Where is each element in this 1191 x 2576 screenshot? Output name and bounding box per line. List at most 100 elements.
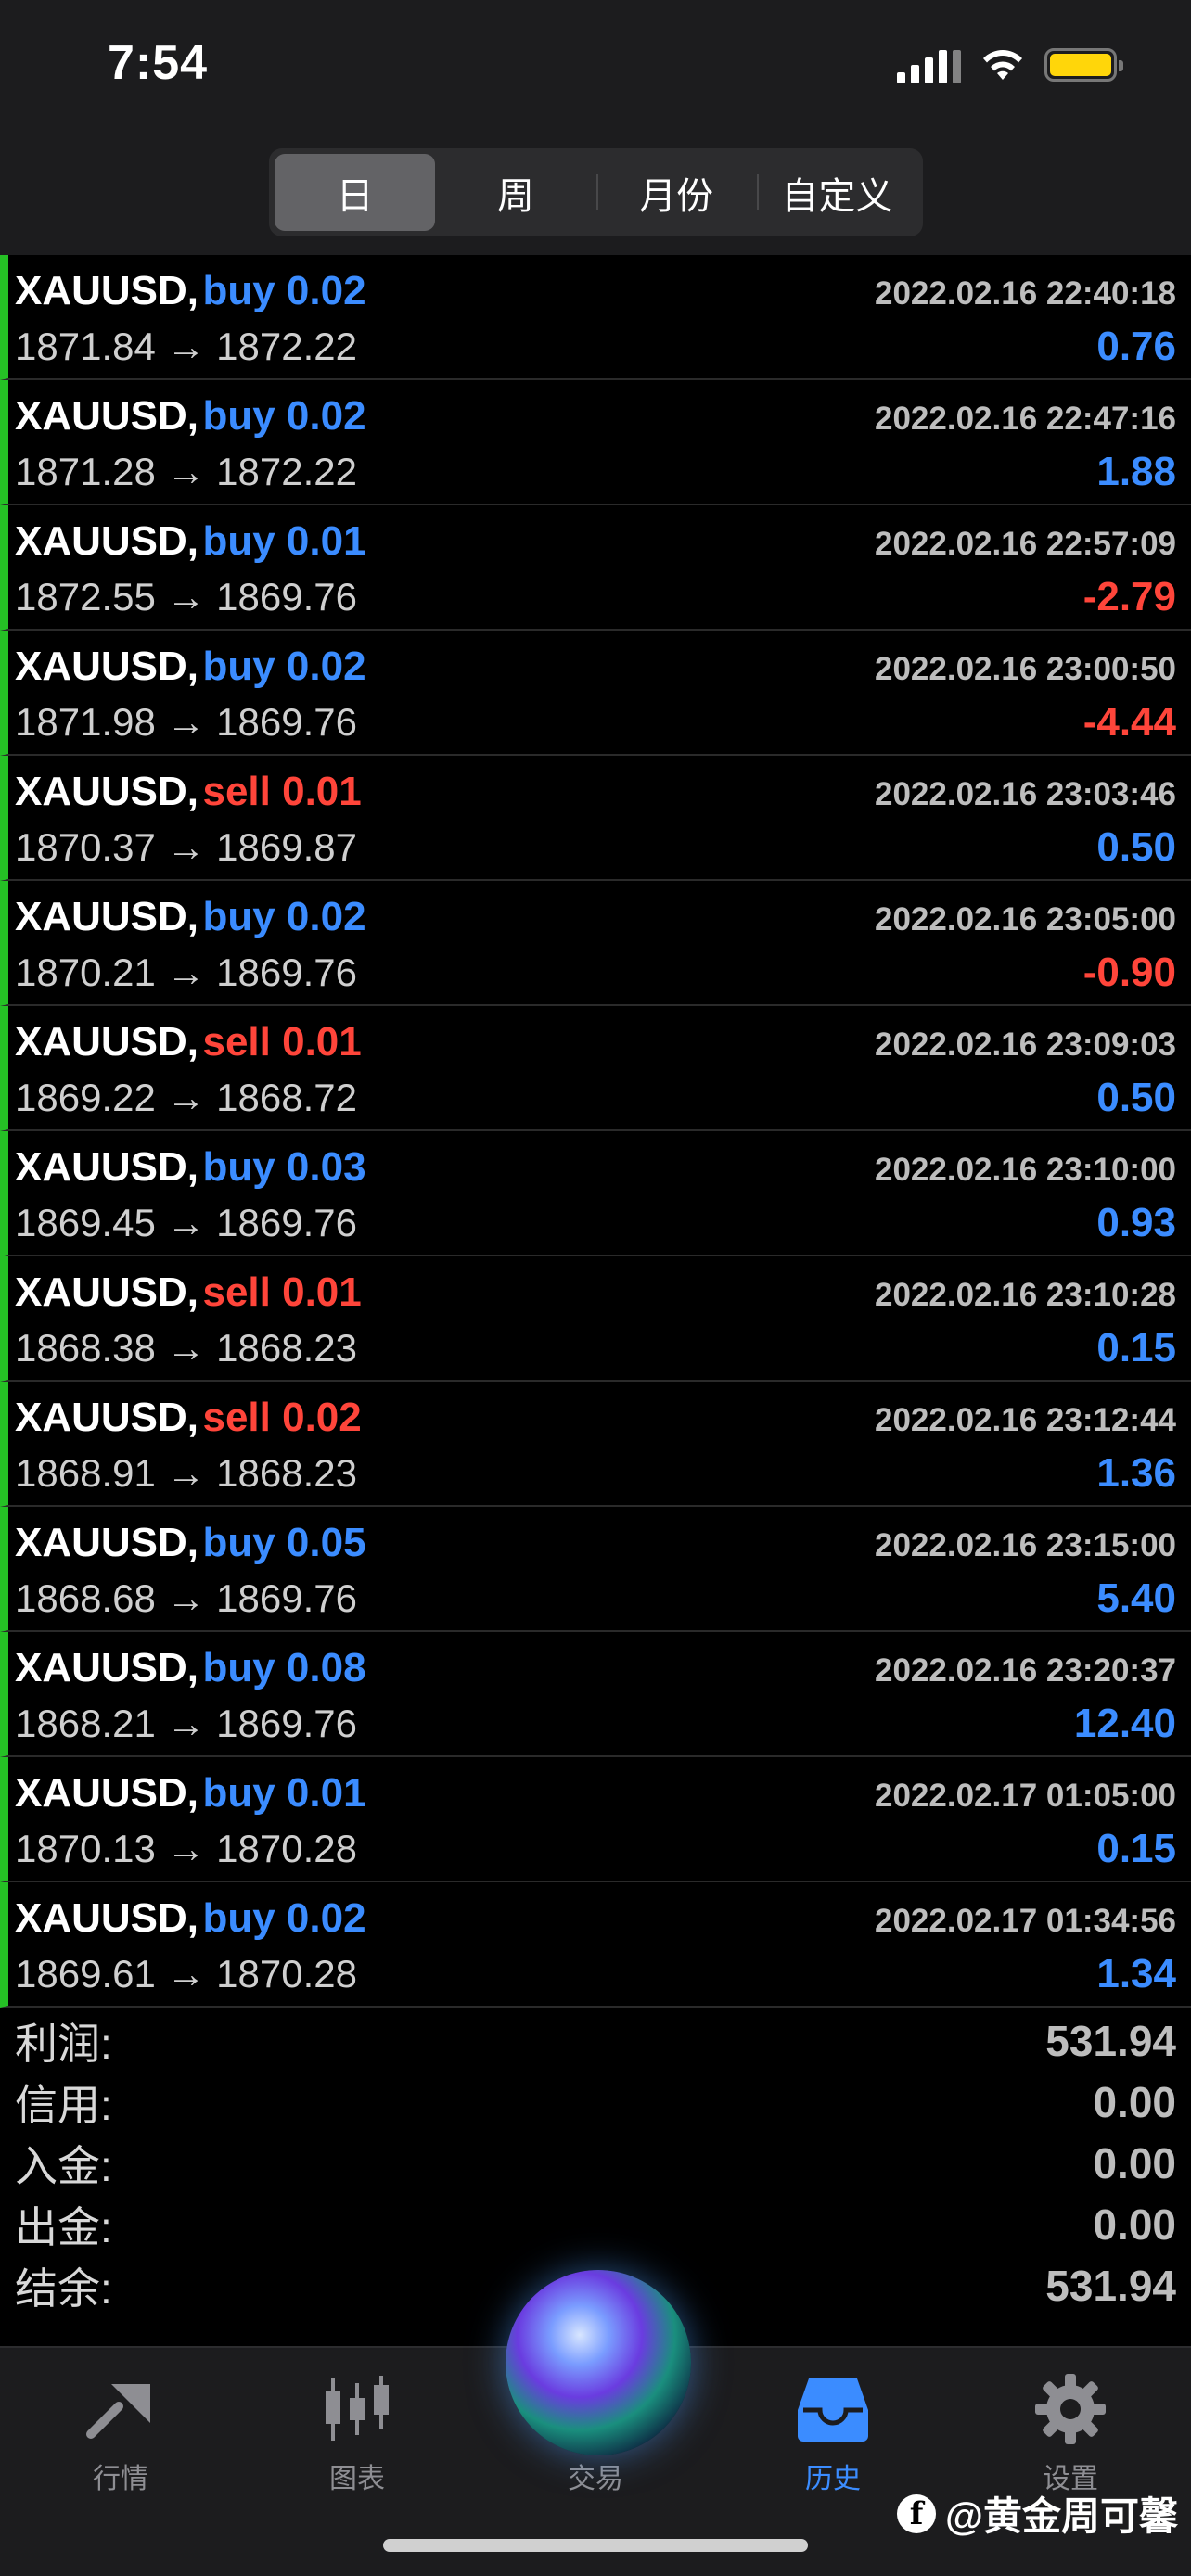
trade-side: sell 0.02	[202, 1395, 362, 1440]
trade-side: buy 0.02	[202, 268, 366, 313]
trade-row[interactable]: XAUUSD, sell 0.01 2022.02.16 23:03:46 1870…	[0, 756, 1191, 881]
summary-row: 入金: 0.00	[0, 2133, 1191, 2194]
watermark-logo-icon: f	[897, 2493, 937, 2533]
trade-row[interactable]: XAUUSD, buy 0.02 2022.02.16 23:05:00 1870.…	[0, 881, 1191, 1006]
trade-symbol: XAUUSD,	[15, 268, 199, 313]
trade-time: 2022.02.16 22:40:18	[875, 275, 1176, 312]
tab-history-label: 历史	[805, 2464, 861, 2494]
trade-prices: 1871.28 → 1872.22	[15, 450, 357, 493]
trade-profit: 12.40	[1073, 1701, 1176, 1746]
period-tab-day[interactable]: 日	[275, 154, 436, 231]
battery-icon	[1044, 48, 1123, 82]
trade-profit: 0.50	[1096, 1075, 1176, 1120]
trade-profit: 5.40	[1096, 1575, 1176, 1621]
summary-row: 出金: 0.00	[0, 2194, 1191, 2255]
trade-prices: 1868.21 → 1869.76	[15, 1702, 357, 1745]
trade-row[interactable]: XAUUSD, buy 0.02 2022.02.16 22:40:18 1871.…	[0, 255, 1191, 380]
trade-symbol: XAUUSD,	[15, 393, 199, 439]
summary-value: 0.00	[1093, 2139, 1176, 2187]
tab-chart[interactable]: 图表	[283, 2366, 431, 2496]
trade-row[interactable]: XAUUSD, buy 0.08 2022.02.16 23:20:37 1868.…	[0, 1632, 1191, 1757]
trade-side: buy 0.02	[202, 644, 366, 689]
summary-label: 利润:	[15, 2020, 112, 2068]
trade-symbol: XAUUSD,	[15, 769, 199, 814]
trade-symbol: XAUUSD,	[15, 1520, 199, 1565]
home-indicator[interactable]	[383, 2539, 808, 2552]
trade-row[interactable]: XAUUSD, sell 0.02 2022.02.16 23:12:44 1868…	[0, 1382, 1191, 1507]
trade-profit: 0.93	[1096, 1200, 1176, 1245]
trade-prices: 1868.68 → 1869.76	[15, 1576, 357, 1620]
tab-settings[interactable]: 设置	[996, 2366, 1145, 2496]
trade-side: buy 0.05	[202, 1520, 366, 1565]
period-tab-custom[interactable]: 自定义	[756, 154, 917, 231]
trade-time: 2022.02.16 23:10:28	[875, 1277, 1176, 1313]
trade-row[interactable]: XAUUSD, buy 0.01 2022.02.16 22:57:09 1872.…	[0, 505, 1191, 631]
trade-prices: 1868.91 → 1868.23	[15, 1451, 357, 1495]
period-segmented-control: 日 周 月份 自定义	[269, 148, 923, 236]
summary-value: 531.94	[1045, 2262, 1176, 2310]
trade-symbol: XAUUSD,	[15, 1645, 199, 1690]
trade-side: sell 0.01	[202, 1269, 362, 1315]
summary-label: 结余:	[15, 2264, 112, 2313]
trade-profit: -4.44	[1082, 699, 1176, 745]
siri-orb[interactable]	[506, 2270, 691, 2455]
trade-time: 2022.02.16 23:09:03	[875, 1027, 1176, 1063]
trade-profit: 0.76	[1096, 324, 1176, 369]
trade-side: buy 0.01	[202, 518, 366, 564]
trade-symbol: XAUUSD,	[15, 1770, 199, 1816]
quotes-icon	[46, 2366, 195, 2452]
trade-time: 2022.02.16 23:00:50	[875, 651, 1176, 687]
trade-profit: 0.50	[1096, 824, 1176, 870]
trade-profit: 0.15	[1096, 1826, 1176, 1871]
history-inbox-icon	[759, 2366, 907, 2452]
trade-symbol: XAUUSD,	[15, 1395, 199, 1440]
trade-row[interactable]: XAUUSD, buy 0.02 2022.02.17 01:34:56 1869.…	[0, 1882, 1191, 2008]
tab-history[interactable]: 历史	[759, 2366, 907, 2496]
watermark-text: @黄金周可馨	[945, 2494, 1178, 2538]
cellular-signal-icon	[897, 46, 961, 83]
trade-profit: 1.36	[1096, 1450, 1176, 1496]
trade-symbol: XAUUSD,	[15, 894, 199, 939]
screen: 7:54 日 周 月份 自定义 XAUUSD, buy 0.02 2022.02.…	[0, 0, 1191, 2576]
trade-side: buy 0.08	[202, 1645, 366, 1690]
trade-row[interactable]: XAUUSD, buy 0.02 2022.02.16 22:47:16 1871.…	[0, 380, 1191, 505]
trade-symbol: XAUUSD,	[15, 1019, 199, 1065]
trade-history-list: XAUUSD, buy 0.02 2022.02.16 22:40:18 1871.…	[0, 255, 1191, 2008]
trade-row[interactable]: XAUUSD, buy 0.05 2022.02.16 23:15:00 1868.…	[0, 1507, 1191, 1632]
trade-time: 2022.02.16 23:03:46	[875, 776, 1176, 812]
trade-time: 2022.02.16 22:47:16	[875, 401, 1176, 437]
summary-label: 入金:	[15, 2142, 112, 2190]
trade-prices: 1869.61 → 1870.28	[15, 1952, 357, 1996]
chart-candles-icon	[283, 2366, 431, 2452]
wifi-icon	[981, 48, 1024, 82]
summary-row: 信用: 0.00	[0, 2072, 1191, 2133]
trade-row[interactable]: XAUUSD, buy 0.02 2022.02.16 23:00:50 1871.…	[0, 631, 1191, 756]
trade-profit: 0.15	[1096, 1325, 1176, 1371]
trade-time: 2022.02.16 23:05:00	[875, 901, 1176, 937]
trade-row[interactable]: XAUUSD, sell 0.01 2022.02.16 23:09:03 1869…	[0, 1006, 1191, 1131]
trade-profit: 1.88	[1096, 449, 1176, 494]
trade-row[interactable]: XAUUSD, buy 0.03 2022.02.16 23:10:00 1869.…	[0, 1131, 1191, 1256]
trade-time: 2022.02.16 23:15:00	[875, 1527, 1176, 1563]
trade-time: 2022.02.16 23:20:37	[875, 1652, 1176, 1689]
trade-time: 2022.02.17 01:05:00	[875, 1778, 1176, 1814]
trade-prices: 1870.37 → 1869.87	[15, 825, 357, 869]
period-tab-week[interactable]: 周	[435, 154, 596, 231]
summary-label: 信用:	[15, 2081, 112, 2129]
trade-side: buy 0.02	[202, 393, 366, 439]
summary-value: 531.94	[1045, 2017, 1176, 2065]
trade-side: buy 0.02	[202, 894, 366, 939]
trade-symbol: XAUUSD,	[15, 1895, 199, 1941]
trade-row[interactable]: XAUUSD, sell 0.01 2022.02.16 23:10:28 1868…	[0, 1256, 1191, 1382]
trade-time: 2022.02.16 22:57:09	[875, 526, 1176, 562]
trade-time: 2022.02.17 01:34:56	[875, 1903, 1176, 1939]
tab-chart-label: 图表	[329, 2464, 385, 2494]
tab-quotes[interactable]: 行情	[46, 2366, 195, 2496]
trade-row[interactable]: XAUUSD, buy 0.01 2022.02.17 01:05:00 1870.…	[0, 1757, 1191, 1882]
trade-side: buy 0.03	[202, 1144, 366, 1190]
status-icons	[897, 46, 1123, 83]
tab-trade-label: 交易	[568, 2464, 623, 2494]
trade-side: sell 0.01	[202, 1019, 362, 1065]
period-tab-month[interactable]: 月份	[596, 154, 757, 231]
trade-profit: -0.90	[1082, 950, 1176, 995]
